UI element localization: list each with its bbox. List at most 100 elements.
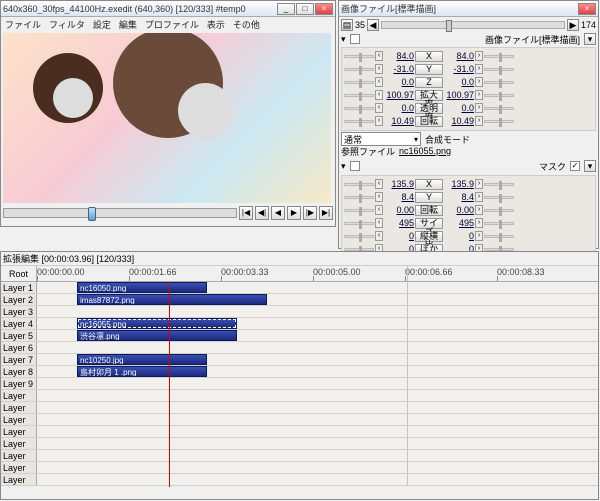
video-preview[interactable] — [3, 33, 331, 203]
dec-button[interactable]: ‹ — [375, 64, 383, 74]
layer-row[interactable]: Layer 12 — [1, 414, 598, 426]
menu-item[interactable]: プロファイル — [145, 18, 199, 31]
param-value-left[interactable]: 0.0 — [384, 77, 414, 87]
menu-item[interactable]: ファイル — [5, 18, 41, 31]
param-value-right[interactable]: 495 — [444, 218, 474, 228]
timeline-header[interactable]: 拡張編集 [00:00:03.96] [120/333] — [1, 252, 598, 266]
param-slider[interactable] — [484, 120, 514, 123]
param-slider[interactable] — [484, 196, 514, 199]
play-button[interactable]: ▶ — [287, 206, 301, 220]
seek-slider[interactable] — [3, 208, 237, 218]
param-slider[interactable] — [484, 55, 514, 58]
step-back-button[interactable]: ◀| — [255, 206, 269, 220]
layer-row[interactable]: Layer 7 nc10250.jpg — [1, 354, 598, 366]
layer-name[interactable]: Layer 15 — [1, 450, 37, 461]
layer-row[interactable]: Layer 8島村卯月 1 .png — [1, 366, 598, 378]
layer-row[interactable]: Layer 5渋谷凛.png — [1, 330, 598, 342]
param-value-right[interactable]: 0.0 — [444, 77, 474, 87]
param-value-left[interactable]: -31.0 — [384, 64, 414, 74]
layer-name[interactable]: Layer 1 — [1, 282, 37, 293]
layer-name[interactable]: Layer 2 — [1, 294, 37, 305]
layer-name[interactable]: Layer 6 — [1, 342, 37, 353]
layout-icon[interactable]: ▤ — [341, 19, 353, 31]
root-label[interactable]: Root — [1, 266, 37, 281]
dec-button[interactable]: ‹ — [375, 77, 383, 87]
param-value-left[interactable]: 0 — [384, 231, 414, 241]
param-label[interactable]: 拡大率 — [415, 90, 443, 101]
layer-row[interactable]: Layer 6 — [1, 342, 598, 354]
preview-titlebar[interactable]: 640x360_30fps_44100Hz.exedit (640,360) [… — [1, 1, 335, 17]
inc-button[interactable]: › — [475, 218, 483, 228]
param-label[interactable]: Y — [415, 192, 443, 203]
dec-button[interactable]: ‹ — [375, 90, 383, 100]
dec-button[interactable]: ‹ — [375, 116, 383, 126]
layer-row[interactable]: Layer 4 nc16055.png — [1, 318, 598, 330]
param-slider[interactable] — [484, 209, 514, 212]
param-slider[interactable] — [344, 94, 374, 97]
param-value-right[interactable]: 84.0 — [444, 51, 474, 61]
layer-name[interactable]: Layer 12 — [1, 414, 37, 425]
inc-button[interactable]: › — [475, 103, 483, 113]
layer-track[interactable]: imas87872.png — [37, 294, 598, 305]
layer-row[interactable]: Layer 10 — [1, 390, 598, 402]
props-titlebar[interactable]: 画像ファイル[標準描画] × — [339, 1, 598, 17]
param-value-right[interactable]: 135.9 — [444, 179, 474, 189]
inc-button[interactable]: › — [475, 64, 483, 74]
enable-checkbox[interactable] — [350, 34, 360, 44]
param-label[interactable]: Y — [415, 64, 443, 75]
frame-prev-button[interactable]: ◀ — [367, 19, 379, 31]
param-value-right[interactable]: -31.0 — [444, 64, 474, 74]
param-value-right[interactable]: 0 — [444, 231, 474, 241]
layer-row[interactable]: Layer 9 — [1, 378, 598, 390]
step-fwd-button[interactable]: |▶ — [303, 206, 317, 220]
enable-checkbox[interactable] — [350, 161, 360, 171]
dec-button[interactable]: ‹ — [375, 179, 383, 189]
dec-button[interactable]: ‹ — [375, 218, 383, 228]
goto-start-button[interactable]: |◀ — [239, 206, 253, 220]
param-value-right[interactable]: 100.97 — [444, 90, 474, 100]
layer-name[interactable]: Layer 17 — [1, 474, 37, 485]
time-ruler[interactable]: 00:00:00.0000:00:01.6600:00:03.3300:00:0… — [37, 266, 598, 281]
param-value-right[interactable]: 8.4 — [444, 192, 474, 202]
param-slider[interactable] — [344, 196, 374, 199]
inc-button[interactable]: › — [475, 231, 483, 241]
layer-row[interactable]: Layer 1nc16050.png — [1, 282, 598, 294]
layer-name[interactable]: Layer 7 — [1, 354, 37, 365]
inc-button[interactable]: › — [475, 116, 483, 126]
param-label[interactable]: X — [415, 51, 443, 62]
layer-track[interactable] — [37, 462, 598, 473]
layer-row[interactable]: Layer 15 — [1, 450, 598, 462]
layer-row[interactable]: Layer 14 — [1, 438, 598, 450]
param-slider[interactable] — [484, 235, 514, 238]
param-value-left[interactable]: 0.00 — [384, 205, 414, 215]
goto-end-button[interactable]: ▶| — [319, 206, 333, 220]
param-label[interactable]: 回転 — [415, 116, 443, 127]
param-value-left[interactable]: 10.49 — [384, 116, 414, 126]
param-label[interactable]: 回転 — [415, 205, 443, 216]
frame-slider[interactable] — [381, 21, 565, 29]
clip[interactable]: nc10250.jpg — [77, 354, 207, 365]
layer-track[interactable] — [37, 474, 598, 485]
inc-button[interactable]: › — [475, 77, 483, 87]
layer-track[interactable]: nc16055.png — [37, 318, 598, 329]
clip[interactable]: nc16055.png — [77, 318, 237, 329]
layer-row[interactable]: Layer 2imas87872.png — [1, 294, 598, 306]
ref-file-value[interactable]: nc16055.png — [399, 146, 451, 156]
close-button[interactable]: × — [315, 3, 333, 15]
dec-button[interactable]: ‹ — [375, 205, 383, 215]
expand-icon[interactable]: ▾ — [341, 161, 346, 172]
layer-name[interactable]: Layer 10 — [1, 390, 37, 401]
param-slider[interactable] — [344, 107, 374, 110]
layer-name[interactable]: Layer 8 — [1, 366, 37, 377]
layer-row[interactable]: Layer 11 — [1, 402, 598, 414]
layer-track[interactable]: nc16050.png — [37, 282, 598, 293]
layer-name[interactable]: Layer 4 — [1, 318, 37, 329]
inc-button[interactable]: › — [475, 179, 483, 189]
param-slider[interactable] — [484, 81, 514, 84]
inc-button[interactable]: › — [475, 192, 483, 202]
inc-button[interactable]: › — [475, 205, 483, 215]
layer-name[interactable]: Layer 9 — [1, 378, 37, 389]
layer-track[interactable] — [37, 402, 598, 413]
param-value-left[interactable]: 8.4 — [384, 192, 414, 202]
param-value-left[interactable]: 495 — [384, 218, 414, 228]
